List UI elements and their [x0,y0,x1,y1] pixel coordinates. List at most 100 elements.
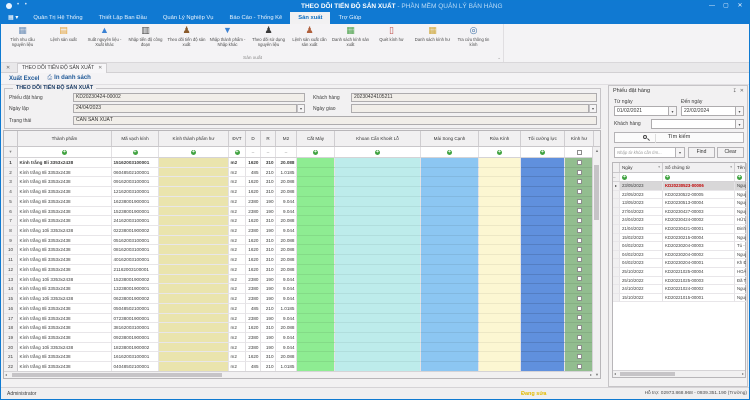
ribbon-button[interactable]: ♟ Theo dõi tiến độ sản xuất [166,24,207,47]
cell-customer-name[interactable]: Nguy [735,233,747,243]
status-field[interactable]: CẦN SẢN XUẤT [73,116,597,125]
cell-khoan[interactable] [335,235,421,246]
kinh-hu-checkbox[interactable] [576,198,582,204]
to-date-field[interactable]: 22/02/2024 [681,106,736,116]
cell-order-date[interactable]: 04/02/2023 [620,250,663,260]
cell-mai[interactable] [421,235,479,246]
cell-barcode[interactable]: 21162003100001 [112,264,159,275]
cell-r[interactable]: 310 [261,323,276,333]
cell-d[interactable]: 2380 [246,274,261,285]
cell-product-name[interactable]: Kính trắng 8li 3353x2438 [18,206,112,217]
cell-cat-may[interactable] [297,255,335,265]
cell-cat-may[interactable] [297,284,335,295]
table-row[interactable]: 7 Kính trắng 8li 3353x2438 2416200310000… [4,216,600,227]
cell-product-name[interactable]: Kính trắng 8li 3353x2438 [18,245,112,256]
from-date-field[interactable]: 01/02/2021 [614,106,669,116]
created-date-field[interactable]: 24/04/2023 [73,104,297,113]
cell-khoan[interactable] [335,187,421,197]
kinh-hu-checkbox[interactable] [576,305,582,311]
cell-khoan[interactable] [335,294,421,304]
sort-arrow-icon[interactable]: ▾ [658,163,660,172]
kinh-hu-checkbox[interactable] [576,363,582,369]
cell-broken-finished-glass[interactable] [159,226,229,236]
table-row[interactable]: 14 Kính trắng 8li 3353x2438 132380019000… [4,284,600,295]
cell-toi-cuong-luc[interactable] [521,274,565,285]
cell-mai[interactable] [421,216,479,227]
cell-mai[interactable] [421,167,479,178]
column-header-rua[interactable]: Rửa Kính [479,131,521,146]
cell-customer-name[interactable]: Nguy [735,285,747,294]
cell-unit[interactable]: m2 [229,352,246,363]
cell-r[interactable]: 190 [261,226,276,236]
cell-khoan[interactable] [335,177,421,188]
cell-order-date[interactable]: 04/02/2023 [620,242,663,251]
kinh-hu-checkbox[interactable] [576,237,582,243]
filter-cell[interactable]: + [229,147,246,157]
cell-m2[interactable]: 9.044 [276,342,297,353]
cell-m2[interactable]: 20.088 [276,264,297,275]
filter-plus-icon[interactable]: + [497,149,502,155]
cell-broken-finished-glass[interactable] [159,284,229,295]
cell-toi-cuong-luc[interactable] [521,255,565,265]
cell-kinh-hu[interactable] [565,342,594,353]
cell-kinh-hu[interactable] [565,206,594,217]
cell-rua-kinh[interactable] [479,226,521,236]
cell-barcode[interactable]: 15238001900001 [112,206,159,217]
cell-unit[interactable]: m2 [229,206,246,217]
cell-rua-kinh[interactable] [479,177,521,188]
cell-broken-finished-glass[interactable] [159,235,229,246]
scroll-left-icon[interactable]: ◂ [5,372,7,377]
table-row[interactable]: 12 Kính trắng 8li 3353x2438 211620031000… [4,264,600,275]
cell-barcode[interactable]: 24162003100001 [112,216,159,227]
cell-unit[interactable]: m2 [229,177,246,188]
cell-rua-kinh[interactable] [479,235,521,246]
filter-cell[interactable]: + [297,147,335,157]
cell-khoan[interactable] [335,196,421,207]
ribbon-button[interactable]: ▦ Danh sách kính sản xuất [330,24,371,47]
app-menu-button[interactable]: ▦ ▾ [1,12,25,24]
order-row[interactable]: 15/02/2023 KD20230215-00004 Nguy [613,233,747,243]
cell-m2[interactable]: 9.044 [276,332,297,343]
cell-unit[interactable]: m2 [229,323,246,333]
cell-r[interactable]: 190 [261,274,276,285]
from-date-dropdown-icon[interactable]: ▾ [669,106,677,116]
order-row[interactable]: 27/04/2023 KD20230427-00003 Nguy [613,207,747,217]
cell-m2[interactable]: 20.088 [276,352,297,363]
filter-cell[interactable]: + [620,173,663,181]
cell-customer-name[interactable]: Nguy [735,190,747,200]
cell-khoan[interactable] [335,264,421,275]
kinh-hu-checkbox[interactable] [576,218,582,224]
kinh-hu-checkbox[interactable] [576,159,582,165]
table-row[interactable]: 15 Kính trắng 10li 3353x2438 06238001900… [4,294,600,304]
filter-plus-icon[interactable]: + [665,174,670,180]
table-row[interactable]: 20 Kính trắng 10li 3353x2438 18238001900… [4,342,600,353]
filter-cell[interactable]: + [335,147,421,157]
cell-cat-may[interactable] [297,226,335,236]
order-row[interactable]: 13/05/2023 KD20230513-00004 Nguy [613,199,747,208]
cell-rua-kinh[interactable] [479,323,521,333]
cell-m2[interactable]: 1.0185 [276,303,297,314]
order-row[interactable]: 04/02/2023 KD20230204-00003 Tú - [613,242,747,251]
cell-customer-name[interactable]: Đinh [735,224,747,234]
cell-rua-kinh[interactable] [479,255,521,265]
ribbon-button[interactable]: ▦ Danh sách kính hư [412,24,453,47]
find-dropdown-icon[interactable]: ▾ [676,147,685,158]
find-button[interactable]: Find [688,147,715,158]
cell-d[interactable]: 1620 [246,216,261,227]
cell-broken-finished-glass[interactable] [159,332,229,343]
cell-kinh-hu[interactable] [565,187,594,197]
cell-r[interactable]: 310 [261,158,276,168]
cell-kinh-hu[interactable] [565,294,594,304]
cell-rua-kinh[interactable] [479,206,521,217]
cell-cat-may[interactable] [297,235,335,246]
cell-order-code[interactable]: KD20230204-00001 [663,259,735,268]
cell-customer-name[interactable]: Kh Đ [735,259,747,268]
cell-cat-may[interactable] [297,294,335,304]
cell-d[interactable]: 1620 [246,158,261,168]
cell-broken-finished-glass[interactable] [159,264,229,275]
cell-rua-kinh[interactable] [479,264,521,275]
menu-tab[interactable]: Trợ Giúp [330,12,369,24]
column-header-toi[interactable]: Tôi cường lực [521,131,565,146]
menu-tab[interactable]: Quản Trị Hệ Thống [25,12,90,24]
cell-product-name[interactable]: Kính trắng 8li 3353x2438 [18,352,112,363]
